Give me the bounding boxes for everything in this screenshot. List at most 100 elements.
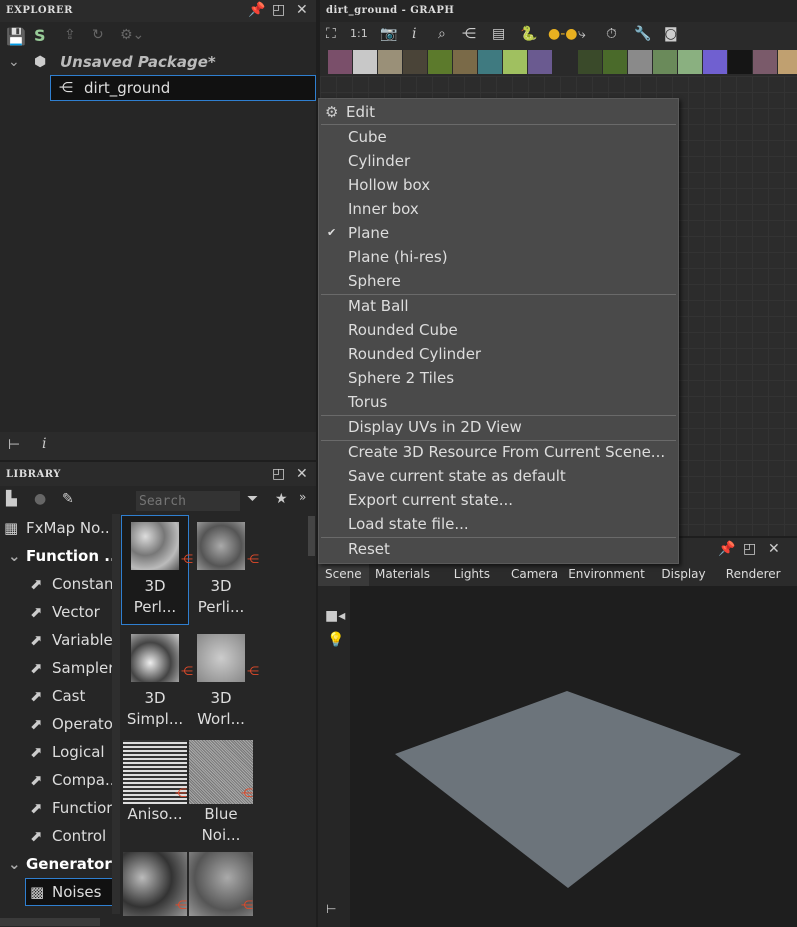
- menu-item[interactable]: Inner box: [319, 197, 678, 221]
- node-button-icon[interactable]: [328, 50, 352, 74]
- chevron-down-icon[interactable]: ⌄: [8, 542, 21, 570]
- node-button-icon[interactable]: [703, 50, 727, 74]
- chevron-down-icon[interactable]: ⌄: [8, 49, 20, 75]
- library-tree-item[interactable]: ⬈ Cast: [0, 682, 112, 710]
- node-button-icon[interactable]: [678, 50, 702, 74]
- tab-materials[interactable]: Materials: [368, 562, 437, 586]
- node-button-icon[interactable]: [503, 50, 527, 74]
- settings-dropdown-icon[interactable]: ⚙⌄: [120, 27, 144, 43]
- library-search-input[interactable]: [136, 491, 240, 511]
- video-camera-icon[interactable]: ■◂: [325, 608, 345, 624]
- node-button-icon[interactable]: [603, 50, 627, 74]
- library-tree-item[interactable]: ▩ Noises: [25, 878, 112, 906]
- light-bulb-icon[interactable]: 💡: [327, 632, 344, 648]
- menu-item[interactable]: Torus: [319, 390, 678, 414]
- tab-scene[interactable]: Scene: [318, 562, 369, 586]
- node-button-icon[interactable]: [378, 50, 402, 74]
- menu-item[interactable]: Export current state...: [319, 488, 678, 512]
- node-button-icon[interactable]: [628, 50, 652, 74]
- node-button-icon[interactable]: [578, 50, 602, 74]
- library-tile[interactable]: ⋲ Blue Noi...: [188, 740, 254, 846]
- menu-item[interactable]: Mat Ball: [319, 294, 678, 318]
- search-icon[interactable]: ⌕: [438, 26, 446, 42]
- node-button-icon[interactable]: [653, 50, 677, 74]
- tab-display[interactable]: Display: [654, 562, 712, 586]
- float-icon[interactable]: ◰: [743, 541, 756, 557]
- library-tree-item[interactable]: ⬈ Sampler: [0, 654, 112, 682]
- menu-item[interactable]: Save current state as default: [319, 464, 678, 488]
- add-icon[interactable]: ●: [34, 491, 46, 507]
- menu-item[interactable]: Load state file...: [319, 512, 678, 536]
- library-tree-item[interactable]: ⬈ Functior: [0, 794, 112, 822]
- menu-item[interactable]: Hollow box: [319, 173, 678, 197]
- tree-scrollbar[interactable]: [112, 514, 120, 914]
- upload-icon[interactable]: ⇪: [64, 27, 76, 43]
- menu-item[interactable]: Display UVs in 2D View: [319, 415, 678, 439]
- node-button-icon[interactable]: [753, 50, 777, 74]
- float-icon[interactable]: ◰: [272, 466, 285, 482]
- node-button-icon[interactable]: [353, 50, 377, 74]
- link-icon[interactable]: ⤷: [578, 26, 586, 42]
- more-icon[interactable]: »: [299, 490, 306, 504]
- node-button-icon[interactable]: [478, 50, 502, 74]
- info-icon[interactable]: i: [412, 26, 416, 42]
- library-tree-item[interactable]: ⌄ Function ...: [0, 542, 112, 570]
- library-tile[interactable]: ⋲ 3D Perli...: [188, 516, 259, 618]
- menu-item[interactable]: ✔ Plane: [319, 221, 678, 245]
- filter-icon[interactable]: ⏷: [247, 491, 258, 507]
- menu-item[interactable]: Rounded Cylinder: [319, 342, 678, 366]
- tab-renderer[interactable]: Renderer: [719, 562, 788, 586]
- package-row[interactable]: ⌄ ⬢ Unsaved Package*: [0, 49, 316, 75]
- library-tree-item[interactable]: ⬈ Vector: [0, 598, 112, 626]
- graph-item-dirt-ground[interactable]: ⋲ dirt_ground: [50, 75, 316, 101]
- library-tree-item[interactable]: ⬈ Constan: [0, 570, 112, 598]
- close-icon[interactable]: ✕: [296, 466, 308, 482]
- library-tree-item[interactable]: ⬈ Variable: [0, 626, 112, 654]
- chevron-down-icon[interactable]: ⌄: [8, 850, 21, 878]
- menu-item[interactable]: Cube: [319, 125, 678, 149]
- info-icon[interactable]: i: [42, 436, 46, 452]
- save-icon[interactable]: 💾: [6, 27, 26, 46]
- python-icon[interactable]: 🐍: [520, 26, 537, 42]
- wrench-icon[interactable]: 🔧: [634, 26, 651, 42]
- timer-icon[interactable]: ⏱: [606, 26, 617, 42]
- menu-item[interactable]: Cylinder: [319, 149, 678, 173]
- library-tile[interactable]: ⋲ 3D Worl...: [188, 628, 259, 730]
- favorite-add-icon[interactable]: ★: [275, 491, 288, 507]
- pin-icon[interactable]: 📌: [248, 2, 265, 18]
- float-icon[interactable]: ◰: [272, 2, 285, 18]
- close-icon[interactable]: ✕: [296, 2, 308, 18]
- node-button-icon[interactable]: [403, 50, 427, 74]
- tab-camera[interactable]: Camera: [504, 562, 565, 586]
- camera-icon[interactable]: 📷: [380, 26, 397, 42]
- library-tile[interactable]: ⋲ 3D Simpl...: [122, 628, 193, 730]
- node-button-icon[interactable]: [453, 50, 477, 74]
- library-tree-item[interactable]: ⬈ Control: [0, 822, 112, 850]
- node-button-icon[interactable]: [553, 50, 577, 74]
- menu-item[interactable]: Reset: [319, 537, 678, 561]
- library-tree-item[interactable]: ⬈ Compa...: [0, 766, 112, 794]
- hierarchy-icon[interactable]: ⊢: [8, 437, 20, 453]
- menu-item[interactable]: Sphere 2 Tiles: [319, 366, 678, 390]
- close-icon[interactable]: ✕: [768, 541, 780, 557]
- library-tree-item[interactable]: ⬈ Logical: [0, 738, 112, 766]
- menu-item[interactable]: Rounded Cube: [319, 318, 678, 342]
- node-button-icon[interactable]: [728, 50, 752, 74]
- pin-icon[interactable]: 📌: [718, 541, 735, 557]
- node-button-icon[interactable]: [528, 50, 552, 74]
- menu-item[interactable]: Plane (hi-res): [319, 245, 678, 269]
- new-folder-icon[interactable]: ▙: [6, 491, 17, 507]
- connect-icon[interactable]: ●-●: [548, 26, 577, 42]
- library-tree-item[interactable]: ⌄ Generators: [0, 850, 112, 878]
- reload-icon[interactable]: ↻: [92, 27, 104, 43]
- library-tree-item[interactable]: ⬈ Operato: [0, 710, 112, 738]
- node-button-icon[interactable]: [778, 50, 797, 74]
- publish-icon[interactable]: S: [34, 26, 46, 45]
- hierarchy-icon[interactable]: ⊢: [326, 902, 336, 916]
- node-button-icon[interactable]: [428, 50, 452, 74]
- tab-lights[interactable]: Lights: [447, 562, 497, 586]
- library-tree-item[interactable]: ▦ FxMap No..: [0, 514, 112, 542]
- hierarchy-icon[interactable]: ⋲: [462, 26, 476, 42]
- grid-scrollbar[interactable]: [308, 516, 315, 556]
- frame-all-icon[interactable]: ⛶: [326, 26, 336, 42]
